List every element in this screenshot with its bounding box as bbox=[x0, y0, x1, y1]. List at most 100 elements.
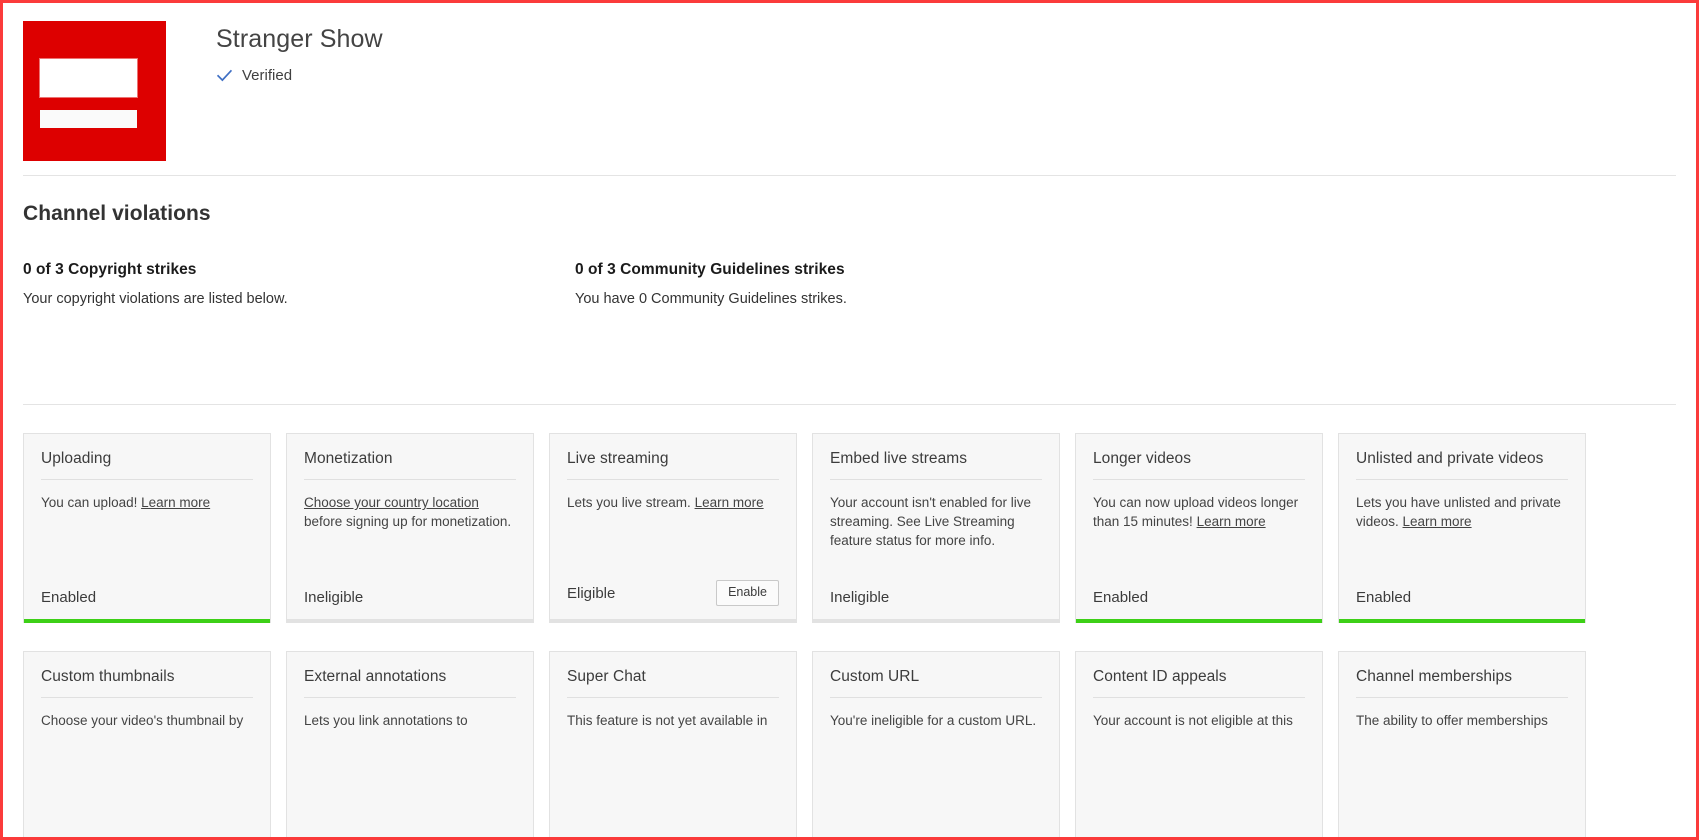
choose-country-link[interactable]: Choose your country location bbox=[304, 495, 479, 510]
status-accent-bar bbox=[24, 619, 270, 623]
card-body: Live streaming Lets you live stream. Lea… bbox=[550, 434, 796, 580]
card-body: Custom thumbnails Choose your video's th… bbox=[24, 652, 270, 837]
feature-card-channel-memberships[interactable]: Channel memberships The ability to offer… bbox=[1338, 651, 1586, 837]
card-title: External annotations bbox=[304, 668, 516, 698]
status-badge: Eligible bbox=[567, 584, 616, 602]
card-body: Channel memberships The ability to offer… bbox=[1339, 652, 1585, 837]
card-body: Uploading You can upload! Learn more bbox=[24, 434, 270, 589]
verified-label: Verified bbox=[242, 67, 293, 84]
status-badge: Ineligible bbox=[830, 589, 890, 606]
card-footer: Enabled bbox=[1339, 589, 1585, 619]
feature-card-super-chat[interactable]: Super Chat This feature is not yet avail… bbox=[549, 651, 797, 837]
card-title: Custom URL bbox=[830, 668, 1042, 698]
avatar-bar-small bbox=[40, 110, 137, 128]
learn-more-link[interactable]: Learn more bbox=[1403, 514, 1472, 529]
check-icon bbox=[216, 67, 233, 84]
community-strikes-heading: 0 of 3 Community Guidelines strikes bbox=[575, 261, 845, 278]
card-title: Super Chat bbox=[567, 668, 779, 698]
status-badge: Enabled bbox=[41, 589, 97, 606]
learn-more-link[interactable]: Learn more bbox=[1197, 514, 1266, 529]
community-strikes-description: You have 0 Community Guidelines strikes. bbox=[575, 291, 847, 307]
card-description: Your account is not eligible at this bbox=[1093, 713, 1293, 728]
learn-more-link[interactable]: Learn more bbox=[141, 495, 210, 510]
status-accent-bar bbox=[287, 619, 533, 623]
card-body: Embed live streams Your account isn't en… bbox=[813, 434, 1059, 589]
channel-meta: Stranger Show Verified bbox=[216, 21, 383, 84]
card-description-text: You can now upload videos longer than 15… bbox=[1093, 495, 1299, 530]
feature-card-unlisted-private-videos[interactable]: Unlisted and private videos Lets you hav… bbox=[1338, 433, 1586, 623]
card-description-text: Lets you live stream. bbox=[567, 495, 695, 510]
copyright-strikes-heading: 0 of 3 Copyright strikes bbox=[23, 261, 197, 278]
channel-header: Stranger Show Verified bbox=[3, 3, 1696, 175]
card-description: You're ineligible for a custom URL. bbox=[830, 713, 1037, 728]
status-accent-bar bbox=[550, 619, 796, 623]
status-badge: Ineligible bbox=[304, 589, 364, 606]
strikes-row: 0 of 3 Copyright strikes Your copyright … bbox=[23, 261, 1676, 307]
card-body: Monetization Choose your country locatio… bbox=[287, 434, 533, 589]
violations-divider bbox=[23, 404, 1676, 405]
verified-badge: Verified bbox=[216, 67, 383, 84]
feature-card-row-1: Uploading You can upload! Learn more Ena… bbox=[23, 433, 1676, 623]
feature-card-uploading[interactable]: Uploading You can upload! Learn more Ena… bbox=[23, 433, 271, 623]
status-accent-bar bbox=[1076, 619, 1322, 623]
card-description: You can upload! Learn more bbox=[41, 493, 253, 512]
card-footer: Eligible Enable bbox=[550, 580, 796, 619]
card-title: Channel memberships bbox=[1356, 668, 1568, 698]
card-title: Content ID appeals bbox=[1093, 668, 1305, 698]
card-body: Super Chat This feature is not yet avail… bbox=[550, 652, 796, 837]
copyright-strikes-description: Your copyright violations are listed bel… bbox=[23, 291, 288, 307]
card-body: Unlisted and private videos Lets you hav… bbox=[1339, 434, 1585, 589]
card-body: Content ID appeals Your account is not e… bbox=[1076, 652, 1322, 837]
card-title: Custom thumbnails bbox=[41, 668, 253, 698]
feature-card-embed-live-streams[interactable]: Embed live streams Your account isn't en… bbox=[812, 433, 1060, 623]
feature-card-longer-videos[interactable]: Longer videos You can now upload videos … bbox=[1075, 433, 1323, 623]
channel-avatar[interactable] bbox=[23, 21, 166, 161]
card-description-text: You can upload! bbox=[41, 495, 142, 510]
feature-card-row-2: Custom thumbnails Choose your video's th… bbox=[23, 651, 1676, 837]
card-description-text: Your account isn't enabled for live stre… bbox=[830, 495, 1031, 549]
community-strikes-block: 0 of 3 Community Guidelines strikes You … bbox=[575, 261, 1127, 307]
status-accent-bar bbox=[1339, 619, 1585, 623]
card-description: Choose your video's thumbnail by bbox=[41, 713, 244, 728]
features-area: Uploading You can upload! Learn more Ena… bbox=[3, 433, 1696, 837]
card-title: Live streaming bbox=[567, 450, 779, 480]
section-title-violations: Channel violations bbox=[23, 202, 211, 225]
copyright-strikes-block: 0 of 3 Copyright strikes Your copyright … bbox=[23, 261, 575, 307]
card-title: Unlisted and private videos bbox=[1356, 450, 1568, 480]
feature-card-monetization[interactable]: Monetization Choose your country locatio… bbox=[286, 433, 534, 623]
feature-card-content-id-appeals[interactable]: Content ID appeals Your account is not e… bbox=[1075, 651, 1323, 837]
card-title: Embed live streams bbox=[830, 450, 1042, 480]
status-badge: Enabled bbox=[1356, 589, 1412, 606]
card-title: Monetization bbox=[304, 450, 516, 480]
card-description: You can now upload videos longer than 15… bbox=[1093, 493, 1305, 531]
card-description: Your account isn't enabled for live stre… bbox=[830, 493, 1042, 550]
card-title: Longer videos bbox=[1093, 450, 1305, 480]
card-body: External annotations Lets you link annot… bbox=[287, 652, 533, 837]
channel-violations-section: Channel violations 0 of 3 Copyright stri… bbox=[3, 176, 1696, 404]
avatar-bar-large bbox=[40, 59, 137, 97]
browser-viewport: Stranger Show Verified Channel violation… bbox=[0, 0, 1699, 840]
learn-more-link[interactable]: Learn more bbox=[695, 495, 764, 510]
card-description-tail: before signing up for monetization. bbox=[304, 514, 512, 530]
feature-card-external-annotations[interactable]: External annotations Lets you link annot… bbox=[286, 651, 534, 837]
card-description: Lets you link annotations to bbox=[304, 713, 468, 728]
card-description: Lets you have unlisted and private video… bbox=[1356, 493, 1568, 531]
card-body: Custom URL You're ineligible for a custo… bbox=[813, 652, 1059, 837]
feature-card-live-streaming[interactable]: Live streaming Lets you live stream. Lea… bbox=[549, 433, 797, 623]
card-footer: Enabled bbox=[1076, 589, 1322, 619]
feature-card-custom-url[interactable]: Custom URL You're ineligible for a custo… bbox=[812, 651, 1060, 837]
card-title: Uploading bbox=[41, 450, 253, 480]
card-footer: Ineligible bbox=[287, 589, 533, 619]
card-footer: Enabled bbox=[24, 589, 270, 619]
card-body: Longer videos You can now upload videos … bbox=[1076, 434, 1322, 589]
feature-card-custom-thumbnails[interactable]: Custom thumbnails Choose your video's th… bbox=[23, 651, 271, 837]
card-footer: Ineligible bbox=[813, 589, 1059, 619]
card-description: The ability to offer memberships bbox=[1356, 713, 1548, 728]
channel-features-page: Stranger Show Verified Channel violation… bbox=[3, 3, 1696, 837]
status-badge: Enabled bbox=[1093, 589, 1149, 606]
channel-name: Stranger Show bbox=[216, 25, 383, 53]
enable-button[interactable]: Enable bbox=[716, 580, 779, 606]
status-accent-bar bbox=[813, 619, 1059, 623]
card-description: This feature is not yet available in bbox=[567, 713, 768, 728]
card-description: Choose your country location before sign… bbox=[304, 493, 516, 531]
